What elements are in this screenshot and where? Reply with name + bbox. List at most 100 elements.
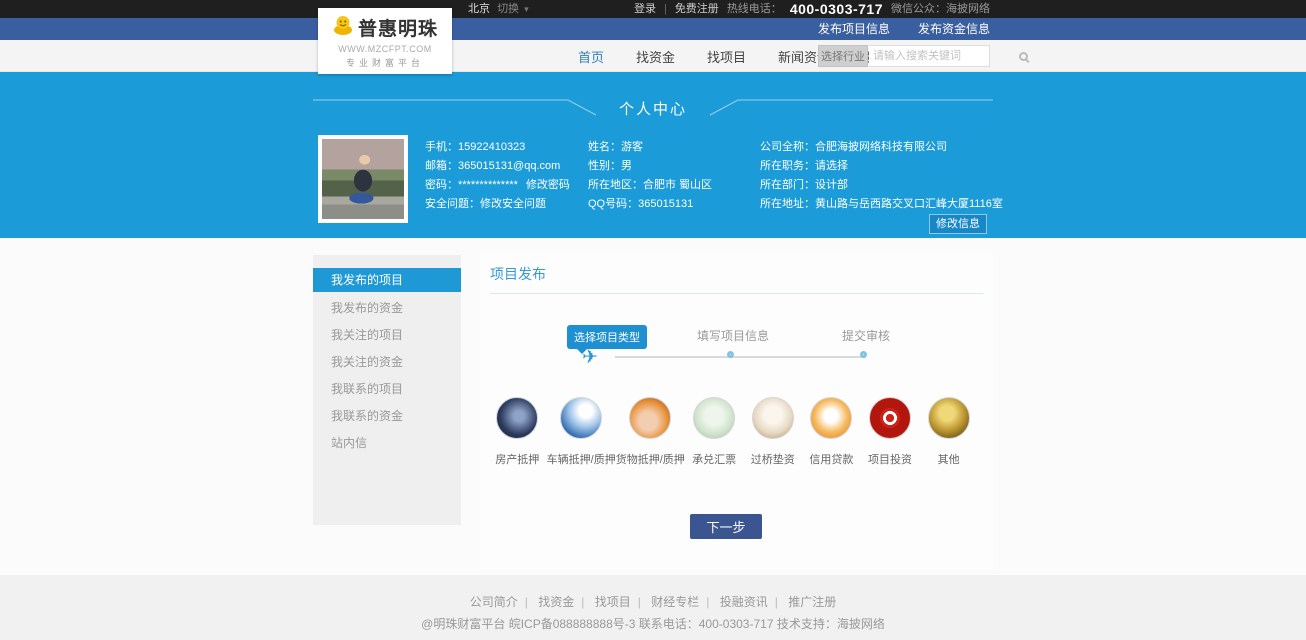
footer-links: 公司简介| 找资金| 找项目| 财经专栏| 投融资讯| 推广注册 — [0, 593, 1306, 610]
publish-bar: 发布项目信息 发布资金信息 — [0, 18, 1306, 40]
logo-url: WWW.MZCFPT.COM — [318, 44, 452, 54]
publish-fund-link[interactable]: 发布资金信息 — [918, 18, 990, 40]
logo[interactable]: 普惠明珠 WWW.MZCFPT.COM 专业财富平台 — [318, 8, 452, 74]
other-icon — [928, 397, 970, 439]
name-value: 游客 — [621, 141, 643, 153]
region-value: 合肥市 蜀山区 — [643, 179, 712, 191]
address-value: 黄山路与岳西路交叉口汇峰大厦1116室 — [815, 198, 1003, 210]
divider: | — [706, 595, 709, 609]
search-icon[interactable] — [1019, 52, 1028, 61]
chevron-down-icon: ▾ — [524, 4, 529, 14]
project-type-bridge-loan[interactable]: 过桥垫资 — [743, 397, 802, 467]
hotline-number: 400-0303-717 — [790, 0, 883, 18]
publish-project-link[interactable]: 发布项目信息 — [818, 18, 890, 40]
project-type-bank-draft[interactable]: 承兑汇票 — [685, 397, 744, 467]
logo-slogan: 专业财富平台 — [318, 56, 452, 69]
vehicle-pledge-icon — [560, 397, 602, 439]
change-password-link[interactable]: 修改密码 — [526, 179, 570, 191]
position-value: 请选择 — [815, 160, 848, 172]
sidebar-item-my-contacted-projects[interactable]: 我联系的项目 — [313, 376, 461, 403]
footer-link-investment-news[interactable]: 投融资讯 — [720, 595, 768, 609]
footer-link-finance-column[interactable]: 财经专栏 — [651, 595, 699, 609]
divider: | — [664, 0, 667, 18]
project-type-credit-loan[interactable]: 信用贷款 — [802, 397, 861, 467]
project-publish-panel: 项目发布 选择项目类型 ✈ 填写项目信息 提交审核 房产抵押 车辆抵押/质押 — [480, 252, 993, 570]
divider: | — [775, 595, 778, 609]
step-2-label: 填写项目信息 — [673, 327, 793, 344]
phone-label: 手机： — [425, 141, 458, 153]
address-label: 所在地址： — [760, 198, 815, 210]
nav-item-find-funds[interactable]: 找资金 — [636, 47, 675, 66]
login-link[interactable]: 登录 — [634, 0, 656, 18]
panel-title: 项目发布 — [490, 264, 983, 294]
password-value: ************** — [458, 179, 518, 191]
footer-link-company-intro[interactable]: 公司简介 — [470, 595, 518, 609]
divider: | — [581, 595, 584, 609]
city-selector[interactable]: 北京 切换 ▾ — [468, 0, 529, 18]
project-type-vehicle-pledge[interactable]: 车辆抵押/质押 — [547, 397, 616, 467]
step-progress: 选择项目类型 ✈ 填写项目信息 提交审核 — [480, 312, 993, 372]
nav-item-find-projects[interactable]: 找项目 — [707, 47, 746, 66]
profile-column-company: 公司全称：合肥海披网络科技有限公司 所在职务：请选择 所在部门：设计部 所在地址… — [760, 138, 1003, 214]
navbar: 首页 找资金 找项目 新闻资讯 投融学院 选择行业 ▾ — [0, 40, 1306, 72]
plane-icon: ✈ — [582, 346, 598, 369]
qq-label: QQ号码： — [588, 198, 638, 210]
qq-value: 365015131 — [638, 198, 693, 210]
city-switch-label[interactable]: 切换 — [497, 3, 519, 15]
industry-dropdown[interactable]: 选择行业 ▾ — [818, 45, 868, 67]
project-type-property-mortgage[interactable]: 房产抵押 — [488, 397, 547, 467]
company-label: 公司全称： — [760, 141, 815, 153]
footer-link-promotion-register[interactable]: 推广注册 — [788, 595, 836, 609]
email-label: 邮箱： — [425, 160, 458, 172]
project-type-list: 房产抵押 车辆抵押/质押 货物抵押/质押 承兑汇票 过桥垫资 — [488, 397, 978, 467]
phone-value: 15922410323 — [458, 141, 525, 153]
gender-value: 男 — [621, 160, 632, 172]
sidebar-item-site-mail[interactable]: 站内信 — [313, 430, 461, 457]
profile-column-account: 手机：15922410323 邮箱：365015131@qq.com 密码：**… — [425, 138, 570, 214]
region-label: 所在地区： — [588, 179, 643, 191]
department-label: 所在部门： — [760, 179, 815, 191]
page-title: 个人中心 — [313, 98, 993, 119]
sidebar-item-my-followed-projects[interactable]: 我关注的项目 — [313, 322, 461, 349]
hotline-label: 热线电话： — [727, 0, 782, 18]
position-label: 所在职务： — [760, 160, 815, 172]
password-label: 密码： — [425, 179, 458, 191]
city-label: 北京 — [468, 3, 490, 15]
project-type-project-investment[interactable]: 项目投资 — [861, 397, 920, 467]
sidebar: 我发布的项目 我发布的资金 我关注的项目 我关注的资金 我联系的项目 我联系的资… — [313, 255, 461, 525]
change-security-question-link[interactable]: 修改安全问题 — [480, 198, 546, 210]
project-type-goods-pledge[interactable]: 货物抵押/质押 — [616, 397, 685, 467]
logo-pearl-icon — [332, 14, 354, 41]
property-mortgage-icon — [496, 397, 538, 439]
edit-info-button[interactable]: 修改信息 — [929, 214, 987, 234]
sidebar-item-my-published-funds[interactable]: 我发布的资金 — [313, 295, 461, 322]
topbar: 北京 切换 ▾ 登录 | 免费注册 热线电话： 400-0303-717 微信公… — [0, 0, 1306, 18]
footer-link-find-funds[interactable]: 找资金 — [538, 595, 574, 609]
page: 北京 切换 ▾ 登录 | 免费注册 热线电话： 400-0303-717 微信公… — [0, 0, 1306, 640]
logo-name: 普惠明珠 — [358, 14, 438, 41]
avatar[interactable] — [318, 135, 408, 223]
step-3-dot — [860, 351, 867, 358]
sidebar-item-my-contacted-funds[interactable]: 我联系的资金 — [313, 403, 461, 430]
nav-item-home[interactable]: 首页 — [578, 47, 604, 66]
footer-link-find-projects[interactable]: 找项目 — [595, 595, 631, 609]
project-investment-icon — [869, 397, 911, 439]
profile-column-personal: 姓名：游客 性别：男 所在地区：合肥市 蜀山区 QQ号码：365015131 — [588, 138, 712, 214]
step-2-dot — [727, 351, 734, 358]
wechat-account: 微信公众：海披网络 — [891, 0, 990, 18]
department-value: 设计部 — [815, 179, 848, 191]
name-label: 姓名： — [588, 141, 621, 153]
step-3-label: 提交审核 — [806, 327, 926, 344]
avatar-photo — [322, 139, 404, 219]
publish-links: 发布项目信息 发布资金信息 — [818, 18, 990, 40]
sidebar-item-my-published-projects[interactable]: 我发布的项目 — [313, 268, 461, 292]
content: 我发布的项目 我发布的资金 我关注的项目 我关注的资金 我联系的项目 我联系的资… — [0, 238, 1306, 575]
credit-loan-icon — [810, 397, 852, 439]
project-type-other[interactable]: 其他 — [919, 397, 978, 467]
sidebar-item-my-followed-funds[interactable]: 我关注的资金 — [313, 349, 461, 376]
bank-draft-icon — [693, 397, 735, 439]
search-input[interactable] — [869, 46, 1019, 66]
register-link[interactable]: 免费注册 — [675, 0, 719, 18]
personal-center-banner: 个人中心 手机：15922410323 邮箱：365015131@qq.com … — [0, 72, 1306, 238]
next-step-button[interactable]: 下一步 — [690, 514, 762, 539]
